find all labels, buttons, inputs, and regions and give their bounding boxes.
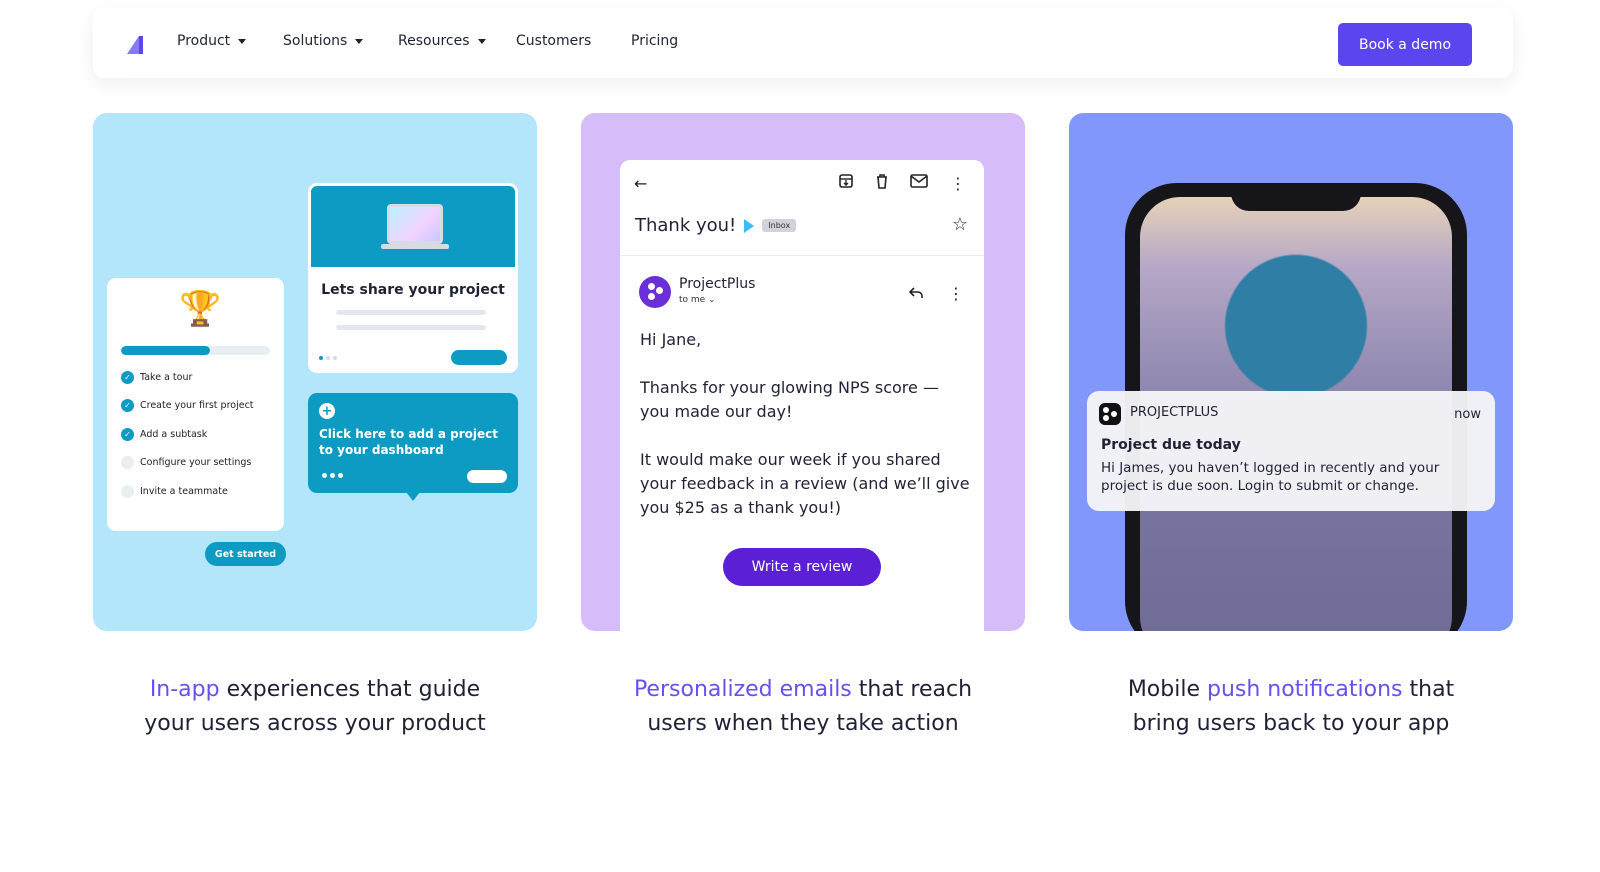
checklist-item[interactable]: ✓ Take a tour — [121, 371, 192, 384]
tooltip-button[interactable] — [467, 470, 507, 483]
text-placeholder — [336, 310, 486, 315]
more-vertical-icon[interactable]: ⋮ — [950, 174, 966, 193]
checklist-label: Take a tour — [140, 372, 193, 383]
plus-icon: + — [319, 403, 335, 419]
caption-accent: In-app — [149, 677, 220, 702]
checklist-item[interactable]: Configure your settings — [121, 456, 251, 469]
caption-email: Personalized emails that reach users whe… — [581, 673, 1025, 741]
caption-push: Mobile push notifications that bring use… — [1069, 673, 1513, 741]
checklist-item[interactable]: ✓ Create your first project — [121, 399, 254, 412]
reply-icon[interactable] — [908, 286, 924, 300]
tooltip: + Click here to add a project to your da… — [308, 393, 518, 501]
caption-text: bring users back to your app — [1132, 711, 1450, 736]
notification-body: Hi James, you haven’t logged in recently… — [1101, 460, 1440, 494]
star-icon[interactable]: ☆ — [952, 214, 968, 235]
chevron-down-icon — [477, 39, 486, 44]
trophy-icon: 🏆 — [179, 289, 222, 329]
notification-app-name: PROJECTPLUS — [1130, 405, 1219, 420]
inbox-label[interactable]: Inbox — [762, 219, 797, 232]
top-navbar: Product Solutions Resources Customers Pr… — [93, 8, 1513, 78]
checklist-item[interactable]: Invite a teammate — [121, 485, 228, 498]
caption-text: that reach — [851, 677, 973, 702]
tooltip-dots — [322, 473, 343, 478]
recipient-toggle[interactable]: to me ⌄ — [679, 295, 716, 305]
email-subject: Thank you! Inbox — [635, 215, 797, 236]
progress-fill — [121, 346, 211, 355]
laptop-icon — [387, 204, 443, 244]
checklist-label: Add a subtask — [140, 429, 208, 440]
book-demo-button[interactable]: Book a demo — [1338, 23, 1472, 66]
notification-title: Project due today — [1101, 437, 1241, 453]
email-paragraph: It would make our week if you shared you… — [640, 450, 970, 517]
mail-icon[interactable] — [910, 174, 928, 188]
important-marker-icon — [744, 218, 755, 233]
push-notification[interactable]: PROJECTPLUS now Project due today Hi Jam… — [1087, 391, 1495, 511]
caption-text: that — [1402, 677, 1455, 702]
subject-text: Thank you! — [635, 215, 737, 236]
nav-customers[interactable]: Customers — [516, 33, 591, 49]
nav-solutions[interactable]: Solutions — [283, 33, 364, 49]
modal-header — [311, 186, 515, 267]
caption-accent: Personalized emails — [633, 677, 852, 702]
nav-pricing[interactable]: Pricing — [631, 33, 678, 49]
onboarding-checklist: 🏆 ✓ Take a tour ✓ Create your first project… — [107, 278, 284, 531]
check-circle-icon: ✓ — [121, 428, 134, 441]
chevron-down-icon — [238, 39, 247, 44]
brand-logo[interactable] — [125, 34, 145, 56]
trash-icon[interactable] — [875, 173, 889, 189]
checklist-label: Configure your settings — [140, 457, 252, 468]
check-circle-icon: ✓ — [121, 399, 134, 412]
email-greeting: Hi Jane, — [640, 330, 702, 349]
more-vertical-icon[interactable]: ⋮ — [948, 284, 964, 303]
sender-avatar — [639, 276, 671, 308]
notification-time: now — [1454, 407, 1481, 422]
caption-text: Mobile — [1127, 677, 1207, 702]
caption-text: users when they take action — [647, 711, 959, 736]
caption-inapp: In-app experiences that guide your users… — [93, 673, 537, 741]
nav-resources[interactable]: Resources — [398, 33, 486, 49]
modal-button[interactable] — [451, 350, 507, 365]
divider — [620, 255, 984, 256]
email-card: ← ⋮ Thank you! Inbox ☆ ProjectPlus to me… — [581, 113, 1025, 631]
inapp-card: 🏆 ✓ Take a tour ✓ Create your first project… — [93, 113, 537, 631]
text-placeholder — [336, 325, 486, 330]
email-paragraph: Thanks for your glowing NPS score —you m… — [640, 378, 939, 421]
caption-text: experiences that guide — [219, 677, 481, 702]
tooltip-text: Click here to add a project to your dash… — [319, 427, 498, 457]
progress-bar — [121, 346, 270, 355]
pager-dots — [319, 356, 337, 360]
share-project-modal: Lets share your project — [308, 183, 518, 373]
sender-name: ProjectPlus — [679, 276, 756, 292]
checklist-label: Create your first project — [140, 400, 254, 411]
back-arrow-icon[interactable]: ← — [634, 174, 647, 193]
phone-notch — [1231, 183, 1361, 211]
email-preview: ← ⋮ Thank you! Inbox ☆ ProjectPlus to me… — [620, 160, 984, 631]
write-review-button[interactable]: Write a review — [723, 548, 881, 586]
checklist-label: Invite a teammate — [140, 486, 228, 497]
caption-text: your users across your product — [144, 711, 486, 736]
empty-circle-icon — [121, 456, 134, 469]
modal-title: Lets share your project — [321, 282, 505, 298]
chevron-down-icon — [355, 39, 364, 44]
nav-product[interactable]: Product — [177, 33, 247, 49]
get-started-button[interactable]: Get started — [205, 542, 286, 566]
caption-accent: push notifications — [1207, 677, 1403, 702]
laptop-base — [381, 244, 449, 249]
archive-icon[interactable] — [838, 173, 854, 189]
app-icon — [1099, 403, 1121, 425]
push-card: PROJECTPLUS now Project due today Hi Jam… — [1069, 113, 1513, 631]
empty-circle-icon — [121, 485, 134, 498]
checklist-item[interactable]: ✓ Add a subtask — [121, 428, 207, 441]
check-circle-icon: ✓ — [121, 371, 134, 384]
